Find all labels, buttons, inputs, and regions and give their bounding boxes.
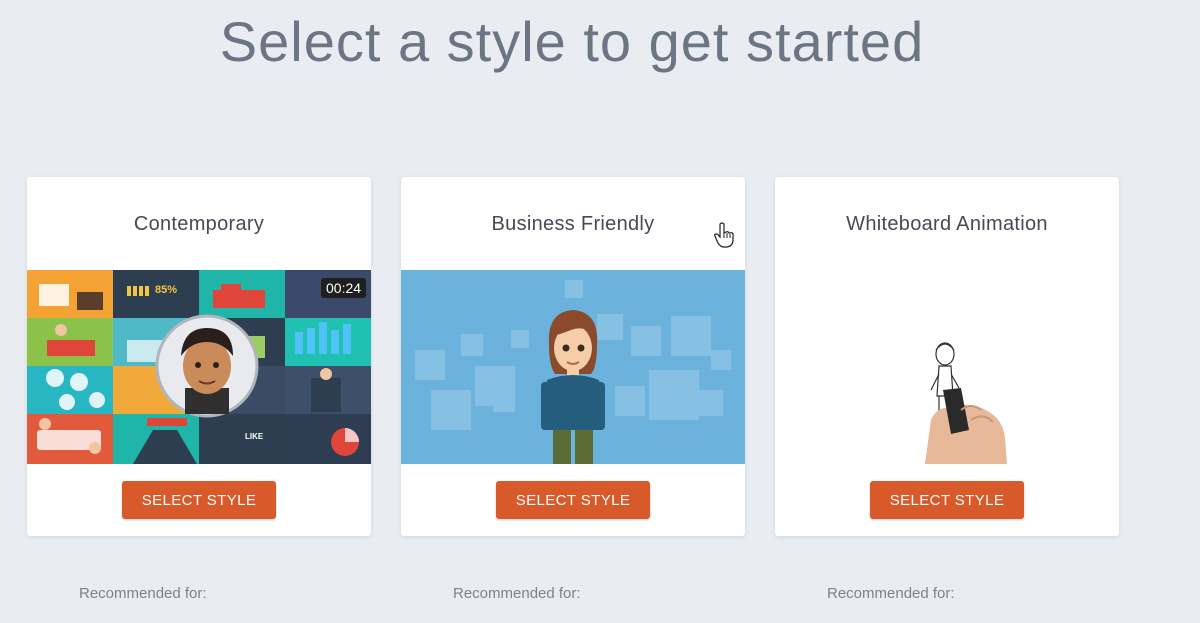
- card-title-whiteboard-animation: Whiteboard Animation: [846, 213, 1048, 235]
- whiteboard-animation-preview-image: [775, 270, 1119, 464]
- style-card-contemporary[interactable]: Contemporary 85% 00:24 LIKE SELECT STYLE: [27, 177, 371, 536]
- business-friendly-preview-image: [401, 270, 745, 464]
- style-card-business-friendly[interactable]: Business Friendly SELECT STYLE: [401, 177, 745, 536]
- select-style-button-whiteboard-animation[interactable]: SELECT STYLE: [870, 481, 1024, 519]
- page-title: Select a style to get started: [219, 10, 925, 73]
- preview-like-label: LIKE: [245, 432, 264, 441]
- whiteboard-hand-drawing-illustration: [775, 270, 1119, 464]
- contemporary-preview-image: 85% 00:24 LIKE: [27, 270, 371, 464]
- card-title-business-friendly: Business Friendly: [491, 213, 655, 235]
- style-card-whiteboard-animation[interactable]: Whiteboard Animation SELECT STYLE: [775, 177, 1119, 536]
- preview-timer-badge: 00:24: [321, 278, 367, 298]
- select-style-button-contemporary[interactable]: SELECT STYLE: [122, 481, 276, 519]
- recommended-for-whiteboard-animation: Recommended for:: [827, 585, 955, 602]
- contemporary-collage: [27, 270, 371, 464]
- select-style-button-business-friendly[interactable]: SELECT STYLE: [496, 481, 650, 519]
- business-character-illustration: [401, 270, 745, 464]
- preview-percent-label: 85%: [155, 284, 178, 296]
- recommended-for-contemporary: Recommended for:: [79, 585, 207, 602]
- hand-pointer-icon: [714, 222, 734, 248]
- recommended-for-business-friendly: Recommended for:: [453, 585, 581, 602]
- card-title-contemporary: Contemporary: [133, 213, 265, 235]
